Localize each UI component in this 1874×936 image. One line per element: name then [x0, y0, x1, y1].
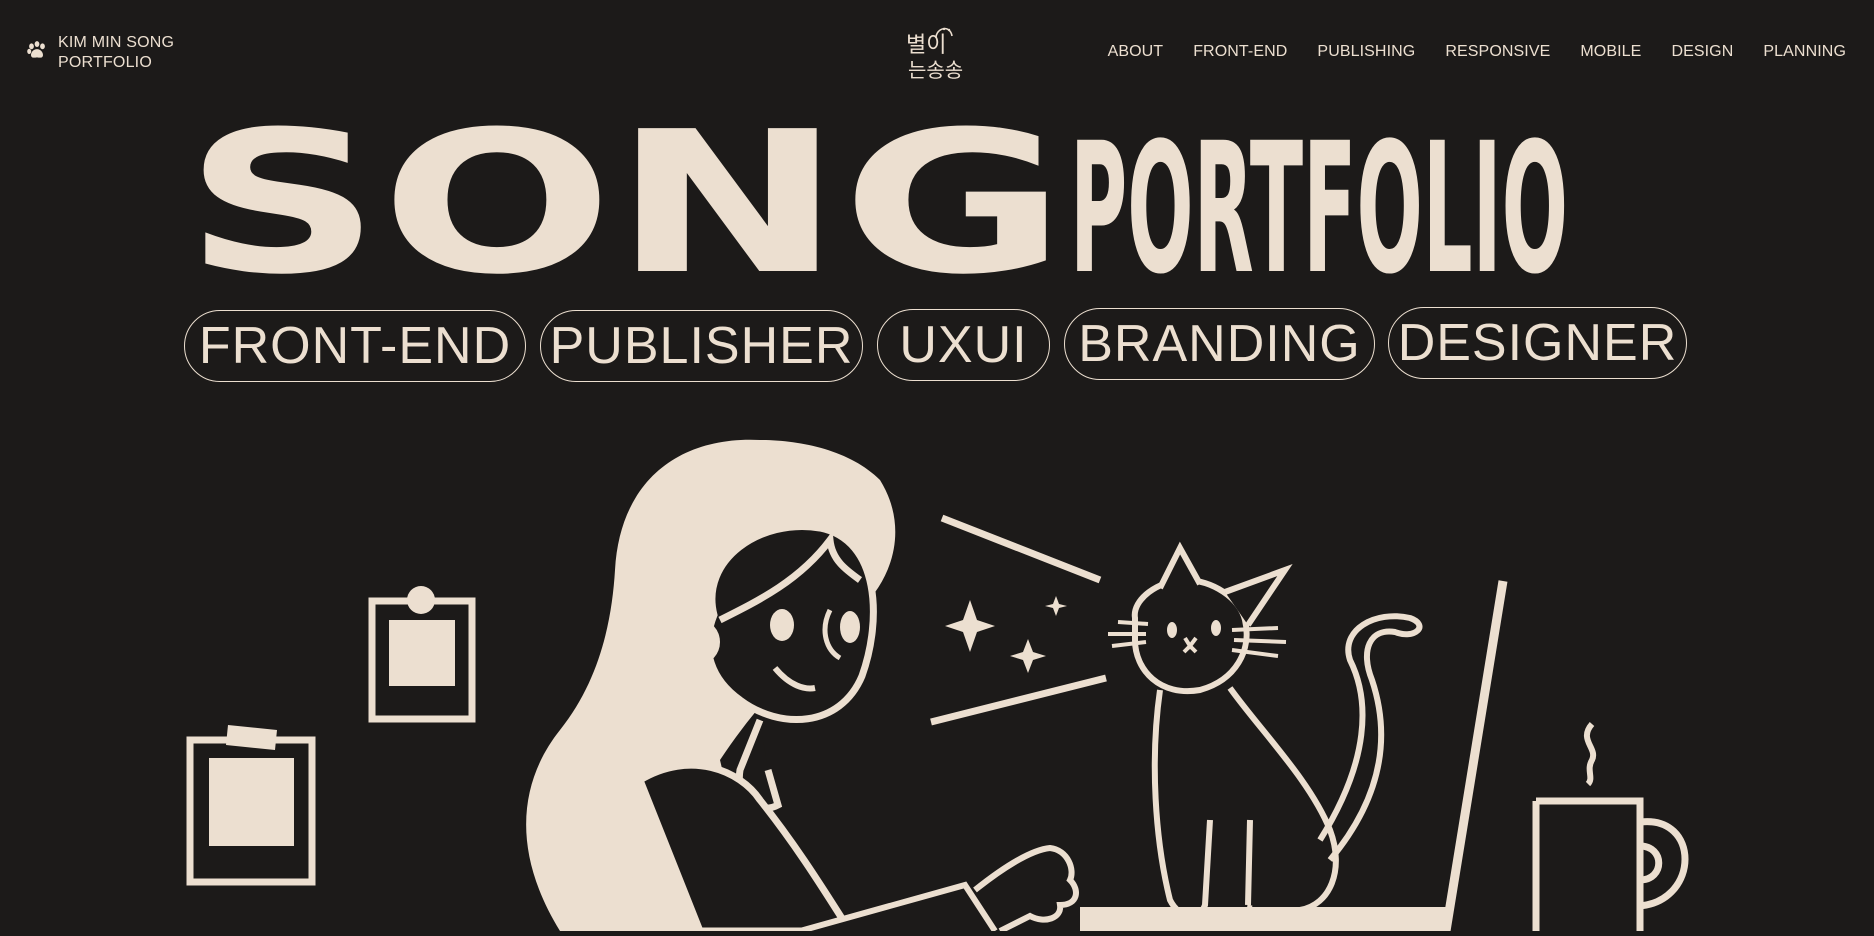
- hero-title: SONG PORTFOLIO: [184, 90, 1684, 318]
- nav-item-mobile[interactable]: MOBILE: [1580, 43, 1641, 61]
- nav-item-front-end[interactable]: FRONT-END: [1193, 43, 1287, 61]
- girl-figure: [526, 439, 1079, 935]
- nav-item-planning[interactable]: PLANNING: [1763, 43, 1846, 61]
- nav-item-about[interactable]: ABOUT: [1108, 43, 1164, 61]
- brand-line-2: PORTFOLIO: [58, 54, 152, 71]
- hero-title-song: SONG: [184, 118, 1066, 288]
- main-nav: ABOUT FRONT-END PUBLISHING RESPONSIVE MO…: [1108, 43, 1846, 61]
- sparkle-decoration: [930, 514, 1107, 726]
- logo-line-1: 별이: [906, 33, 946, 58]
- coffee-mug: [1532, 722, 1689, 931]
- center-logo[interactable]: 별이 는송송: [898, 20, 972, 84]
- logo-mark: 별이 는송송: [906, 27, 963, 82]
- nav-item-design[interactable]: DESIGN: [1671, 43, 1733, 61]
- paw-icon: [27, 41, 45, 58]
- cat-figure: [1108, 541, 1423, 919]
- photo-frame-2: [186, 725, 316, 886]
- tag-designer[interactable]: DESIGNER: [1388, 307, 1687, 379]
- tag-branding[interactable]: BRANDING: [1064, 308, 1375, 380]
- logo-line-2: 는송송: [908, 58, 963, 82]
- hero-illustration: [0, 420, 1874, 936]
- brand-link[interactable]: KIM MIN SONG PORTFOLIO: [26, 33, 174, 73]
- photo-frame-1: [368, 586, 476, 723]
- brand-line-1: KIM MIN SONG: [58, 34, 175, 51]
- nav-item-responsive[interactable]: RESPONSIVE: [1445, 43, 1550, 61]
- brand-name: KIM MIN SONG PORTFOLIO: [58, 33, 174, 73]
- site-header: KIM MIN SONG PORTFOLIO 별이 는송송 ABOUT FRON…: [0, 0, 1874, 100]
- tag-uxui[interactable]: UXUI: [877, 309, 1050, 381]
- tag-publisher[interactable]: PUBLISHER: [540, 310, 863, 382]
- tag-front-end[interactable]: FRONT-END: [184, 310, 526, 382]
- nav-item-publishing[interactable]: PUBLISHING: [1317, 43, 1415, 61]
- hero-title-portfolio: PORTFOLIO: [1070, 118, 1568, 288]
